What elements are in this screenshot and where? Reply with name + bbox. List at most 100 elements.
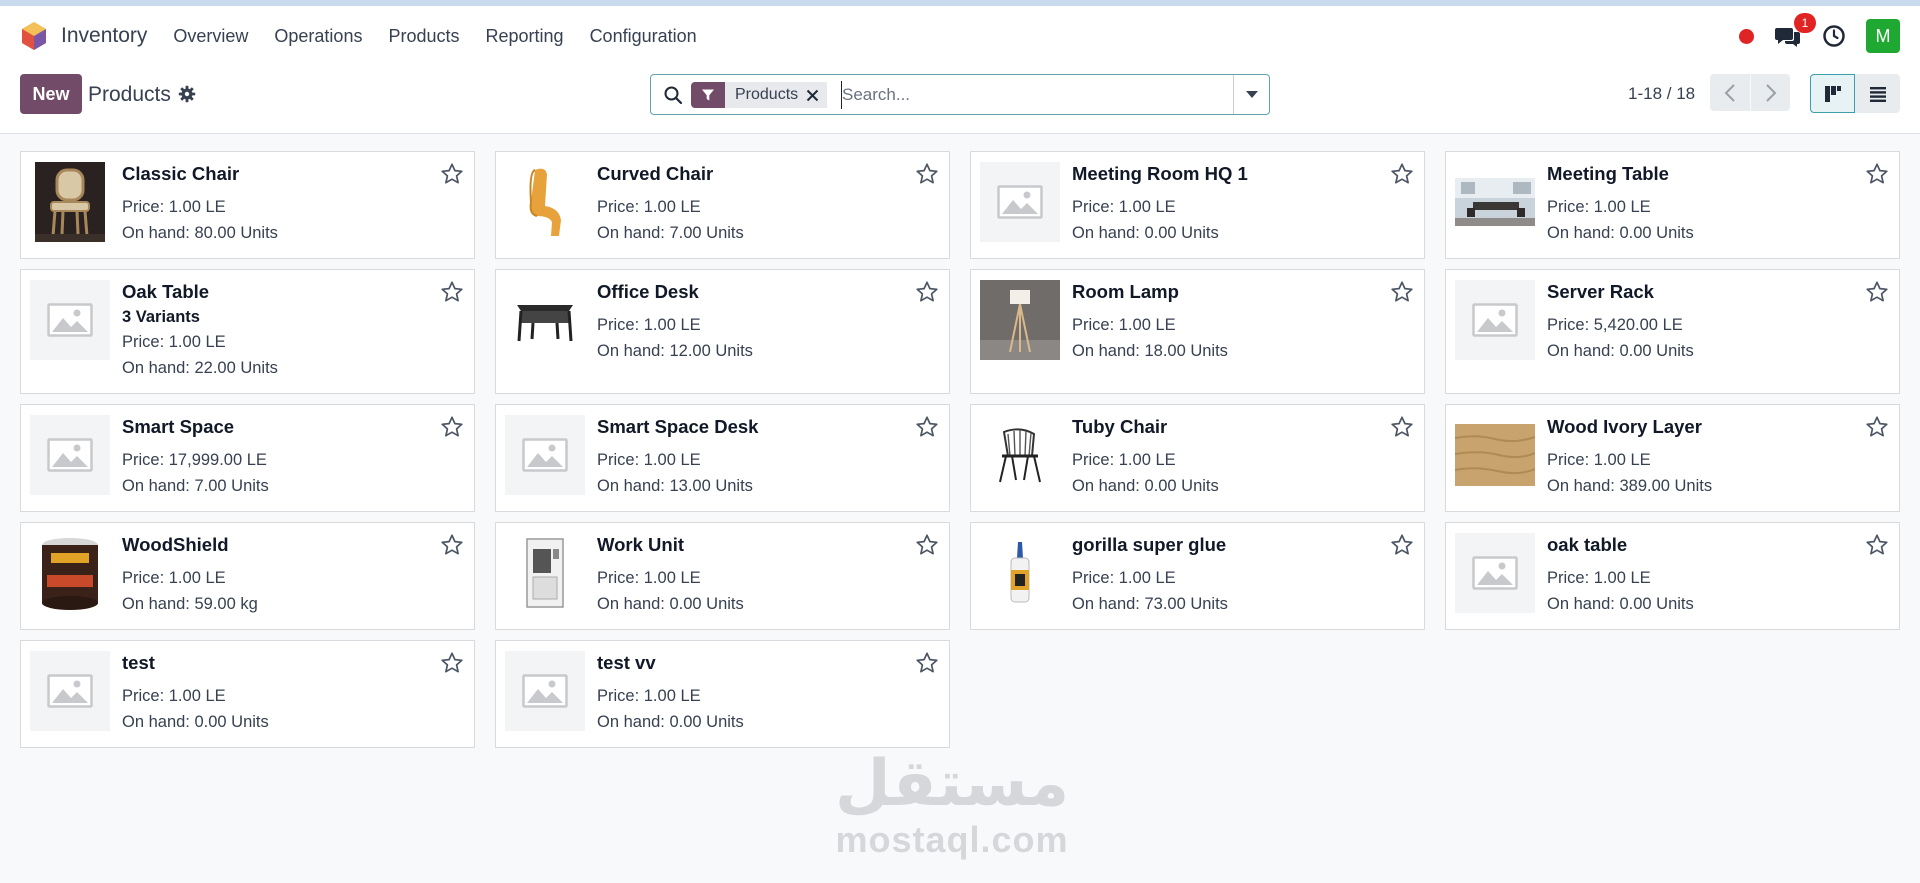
hexagon-logo-icon[interactable] (20, 21, 48, 51)
watermark: مستقل mostaql.com (835, 748, 1069, 860)
watermark-latin: mostaql.com (835, 819, 1069, 860)
product-on-hand: On hand: 7.00 Units (122, 477, 269, 495)
product-card[interactable]: Oak Table 3 Variants Price: 1.00 LE On hand… (20, 269, 475, 394)
menu-products[interactable]: Products (388, 26, 459, 47)
product-price: Price: 1.00 LE (1072, 316, 1176, 334)
product-name: Wood Ivory Layer (1547, 416, 1702, 437)
star-outline-icon[interactable] (915, 415, 939, 439)
product-card[interactable]: oak table Price: 1.00 LE On hand: 0.00 Uni… (1445, 522, 1900, 630)
record-dot-icon[interactable] (1739, 28, 1754, 44)
star-outline-icon[interactable] (915, 533, 939, 557)
pager-next-button[interactable] (1750, 74, 1790, 111)
star-outline-icon[interactable] (1390, 162, 1414, 186)
star-outline-icon[interactable] (1390, 415, 1414, 439)
star-outline-icon[interactable] (915, 162, 939, 186)
product-card[interactable]: test Price: 1.00 LE On hand: 0.00 Units (20, 640, 475, 748)
magnifier-icon[interactable] (663, 85, 683, 105)
product-on-hand: On hand: 7.00 Units (597, 224, 744, 242)
star-outline-icon[interactable] (440, 533, 464, 557)
menu-reporting[interactable]: Reporting (486, 26, 564, 47)
product-on-hand: On hand: 18.00 Units (1072, 342, 1228, 360)
product-kanban-grid: Classic Chair Price: 1.00 LE On hand: 80.0… (20, 151, 1900, 748)
product-card[interactable]: test vv Price: 1.00 LE On hand: 0.00 Units (495, 640, 950, 748)
product-price: Price: 1.00 LE (122, 198, 226, 216)
star-outline-icon[interactable] (1865, 533, 1889, 557)
product-card[interactable]: Server Rack Price: 5,420.00 LE On hand: 0.… (1445, 269, 1900, 394)
product-card[interactable]: Work Unit Price: 1.00 LE On hand: 0.00 Uni… (495, 522, 950, 630)
star-outline-icon[interactable] (440, 415, 464, 439)
kanban-view-icon (1824, 85, 1841, 102)
product-card[interactable]: Smart Space Desk Price: 1.00 LE On hand: 1… (495, 404, 950, 512)
search-input[interactable] (841, 81, 1241, 109)
product-on-hand: On hand: 12.00 Units (597, 342, 753, 360)
product-card[interactable]: Meeting Table Price: 1.00 LE On hand: 0.00… (1445, 151, 1900, 259)
product-card[interactable]: Smart Space Price: 17,999.00 LE On hand: 7… (20, 404, 475, 512)
close-icon[interactable] (806, 82, 828, 108)
star-outline-icon[interactable] (1865, 415, 1889, 439)
product-name: Curved Chair (597, 163, 714, 184)
user-avatar[interactable]: M (1866, 19, 1900, 53)
product-name: Room Lamp (1072, 281, 1179, 302)
star-outline-icon[interactable] (1865, 280, 1889, 304)
product-card[interactable]: Classic Chair Price: 1.00 LE On hand: 80.0… (20, 151, 475, 259)
product-price: Price: 1.00 LE (1072, 198, 1176, 216)
product-on-hand: On hand: 0.00 Units (1547, 342, 1694, 360)
product-card[interactable]: Curved Chair Price: 1.00 LE On hand: 7.00 … (495, 151, 950, 259)
product-card[interactable]: Room Lamp Price: 1.00 LE On hand: 18.00 Un… (970, 269, 1425, 394)
caret-down-icon[interactable] (1233, 75, 1269, 114)
product-card[interactable]: Office Desk Price: 1.00 LE On hand: 12.00 … (495, 269, 950, 394)
product-card[interactable]: Tuby Chair Price: 1.00 LE On hand: 0.00 Un… (970, 404, 1425, 512)
product-image (30, 533, 110, 613)
list-view-icon (1869, 86, 1886, 102)
product-price: Price: 1.00 LE (1072, 451, 1176, 469)
product-card[interactable]: WoodShield Price: 1.00 LE On hand: 59.00 k… (20, 522, 475, 630)
product-image (1455, 415, 1535, 495)
gear-icon[interactable] (178, 85, 196, 103)
watermark-arabic: مستقل (835, 747, 1070, 821)
control-panel: New Products Products Search... 1-18 / 1… (0, 66, 1920, 134)
app-name[interactable]: Inventory (61, 24, 147, 48)
product-name: Smart Space Desk (597, 416, 759, 437)
product-image-placeholder (30, 415, 110, 495)
product-image (505, 280, 585, 360)
menu-operations[interactable]: Operations (274, 26, 362, 47)
product-name: Smart Space (122, 416, 235, 437)
star-outline-icon[interactable] (440, 280, 464, 304)
star-outline-icon[interactable] (440, 162, 464, 186)
messaging-menu[interactable]: 1 (1774, 13, 1816, 50)
main-navbar: Inventory Overview Operations Products R… (0, 6, 1920, 66)
star-outline-icon[interactable] (1865, 162, 1889, 186)
product-image-placeholder (1455, 280, 1535, 360)
product-name: Server Rack (1547, 281, 1654, 302)
menu-configuration[interactable]: Configuration (590, 26, 697, 47)
product-price: Price: 1.00 LE (597, 316, 701, 334)
product-name: Office Desk (597, 281, 699, 302)
product-card[interactable]: gorilla super glue Price: 1.00 LE On hand:… (970, 522, 1425, 630)
clock-icon[interactable] (1822, 24, 1846, 48)
star-outline-icon[interactable] (915, 280, 939, 304)
product-price: Price: 1.00 LE (597, 451, 701, 469)
product-on-hand: On hand: 80.00 Units (122, 224, 278, 242)
search-bar: Products (650, 74, 1270, 115)
star-outline-icon[interactable] (440, 651, 464, 675)
product-card[interactable]: Meeting Room HQ 1 Price: 1.00 LE On hand: … (970, 151, 1425, 259)
menu-overview[interactable]: Overview (173, 26, 248, 47)
star-outline-icon[interactable] (1390, 533, 1414, 557)
product-on-hand: On hand: 389.00 Units (1547, 477, 1713, 495)
new-button[interactable]: New (20, 74, 82, 114)
product-price: Price: 1.00 LE (122, 687, 226, 705)
product-on-hand: On hand: 0.00 Units (1072, 477, 1219, 495)
product-image-placeholder (980, 162, 1060, 242)
page-title: Products (88, 83, 171, 106)
star-outline-icon[interactable] (1390, 280, 1414, 304)
pager-previous-button[interactable] (1710, 74, 1750, 111)
product-card[interactable]: Wood Ivory Layer Price: 1.00 LE On hand: 3… (1445, 404, 1900, 512)
product-on-hand: On hand: 13.00 Units (597, 477, 753, 495)
product-price: Price: 1.00 LE (1547, 451, 1651, 469)
star-outline-icon[interactable] (915, 651, 939, 675)
product-name: WoodShield (122, 534, 229, 555)
pager-value[interactable]: 1-18 / 18 (1628, 84, 1695, 104)
kanban-view-button[interactable] (1810, 74, 1855, 113)
list-view-button[interactable] (1855, 74, 1900, 113)
product-on-hand: On hand: 22.00 Units (122, 359, 278, 377)
